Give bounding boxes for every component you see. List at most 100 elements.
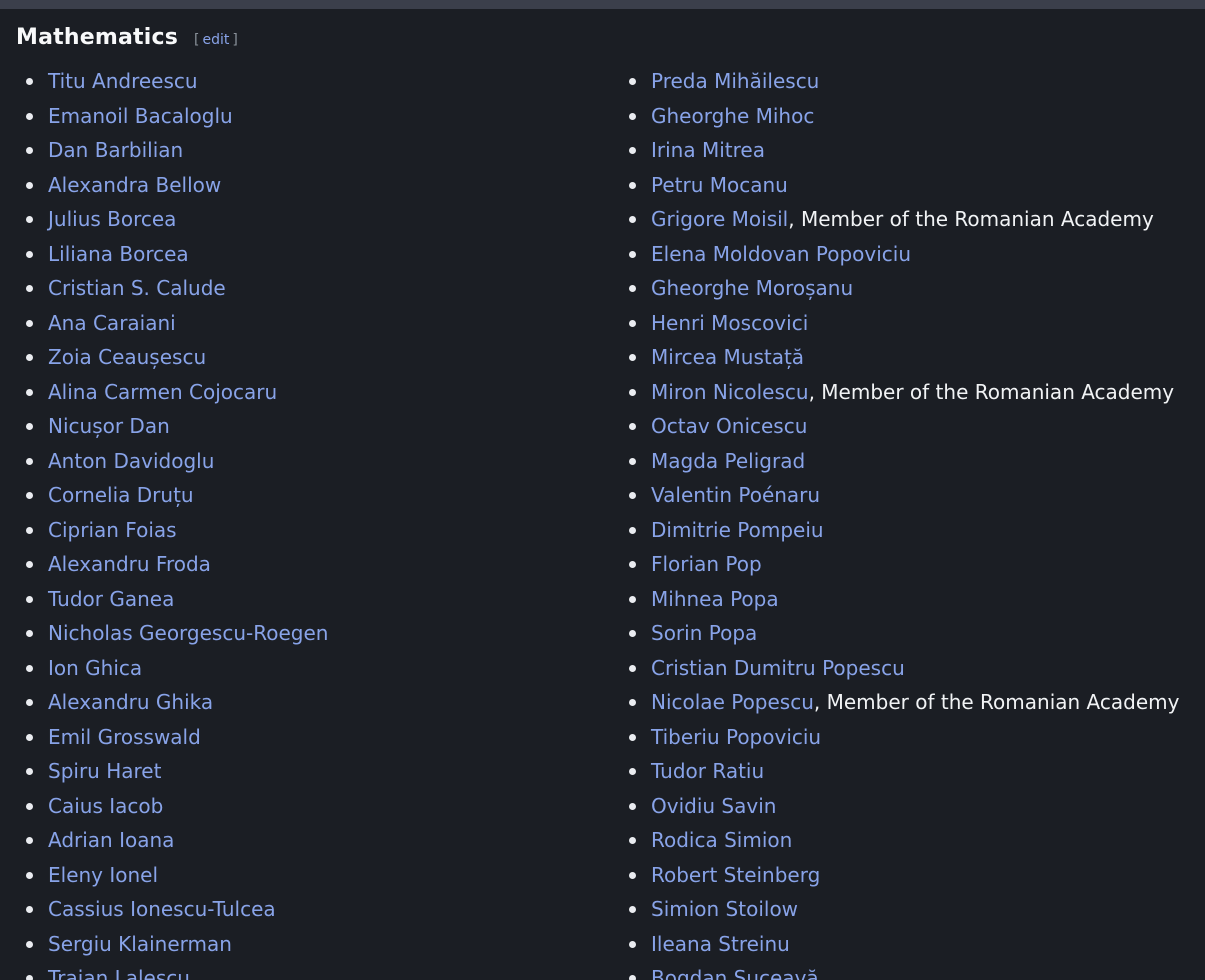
list-item: Nicușor Dan bbox=[20, 409, 610, 444]
bullet-icon bbox=[26, 147, 33, 154]
person-link[interactable]: Ileana Streinu bbox=[651, 932, 790, 956]
bullet-icon bbox=[26, 181, 33, 189]
person-link[interactable]: Alexandru Ghika bbox=[48, 690, 213, 714]
list-item: Gheorghe Moroșanu bbox=[623, 271, 1203, 306]
person-link[interactable]: Ana Caraiani bbox=[48, 311, 176, 335]
person-link[interactable]: Irina Mitrea bbox=[651, 138, 765, 162]
person-link[interactable]: Ovidiu Savin bbox=[651, 794, 776, 818]
list-item: Cristian S. Calude bbox=[20, 271, 610, 306]
person-link[interactable]: Emil Grosswald bbox=[48, 725, 201, 749]
bullet-icon bbox=[26, 837, 33, 844]
list-item: Titu Andreescu bbox=[20, 64, 610, 99]
person-link[interactable]: Robert Steinberg bbox=[651, 863, 820, 887]
person-link[interactable]: Cristian S. Calude bbox=[48, 276, 226, 300]
person-link[interactable]: Alina Carmen Cojocaru bbox=[48, 380, 277, 404]
bullet-icon bbox=[26, 319, 33, 327]
bullet-icon bbox=[629, 526, 636, 534]
person-link[interactable]: Anton Davidoglu bbox=[48, 449, 214, 473]
person-link[interactable]: Grigore Moisil bbox=[651, 207, 788, 231]
person-link[interactable]: Florian Pop bbox=[651, 552, 762, 576]
list-item: Cristian Dumitru Popescu bbox=[623, 651, 1203, 686]
list-item: Spiru Haret bbox=[20, 754, 610, 789]
bullet-icon bbox=[26, 78, 33, 85]
bullet-icon bbox=[629, 768, 636, 775]
person-link[interactable]: Nicușor Dan bbox=[48, 414, 170, 438]
person-link[interactable]: Petru Mocanu bbox=[651, 173, 788, 197]
person-link[interactable]: Caius Iacob bbox=[48, 794, 163, 818]
person-link[interactable]: Titu Andreescu bbox=[48, 69, 198, 93]
person-note: , Member of the Romanian Academy bbox=[788, 207, 1154, 231]
list-item: Simion Stoilow bbox=[623, 892, 1203, 927]
person-link[interactable]: Elena Moldovan Popoviciu bbox=[651, 242, 911, 266]
person-link[interactable]: Adrian Ioana bbox=[48, 828, 174, 852]
bullet-icon bbox=[629, 871, 636, 879]
person-link[interactable]: Henri Moscovici bbox=[651, 311, 808, 335]
person-link[interactable]: Mihnea Popa bbox=[651, 587, 779, 611]
list-item: Dimitrie Pompeiu bbox=[623, 513, 1203, 548]
person-link[interactable]: Tudor Ganea bbox=[48, 587, 174, 611]
list-item: Liliana Borcea bbox=[20, 237, 610, 272]
bullet-icon bbox=[26, 354, 33, 361]
person-note: , Member of the Romanian Academy bbox=[808, 379, 1175, 404]
person-link[interactable]: Traian Lalescu bbox=[48, 966, 190, 980]
person-link[interactable]: Nicolae Popescu bbox=[651, 690, 814, 714]
person-link[interactable]: Rodica Simion bbox=[651, 828, 792, 852]
bullet-icon bbox=[629, 457, 636, 465]
list-item: Cassius Ionescu-Tulcea bbox=[20, 892, 610, 927]
person-link[interactable]: Cassius Ionescu-Tulcea bbox=[48, 897, 276, 921]
edit-link[interactable]: edit bbox=[199, 32, 232, 48]
list-item: Tudor Ganea bbox=[20, 582, 610, 617]
person-link[interactable]: Mircea Mustață bbox=[651, 345, 804, 369]
list-item: Grigore Moisil, Member of the Romanian A… bbox=[623, 202, 1203, 237]
person-link[interactable]: Octav Onicescu bbox=[651, 414, 807, 438]
person-link[interactable]: Miron Nicolescu bbox=[651, 380, 809, 404]
list-item: Florian Pop bbox=[623, 547, 1203, 582]
person-link[interactable]: Bogdan Suceavă bbox=[651, 966, 819, 980]
person-link[interactable]: Gheorghe Moroșanu bbox=[651, 276, 853, 300]
person-link[interactable]: Cristian Dumitru Popescu bbox=[651, 656, 905, 680]
bullet-icon bbox=[26, 388, 33, 396]
person-link[interactable]: Nicholas Georgescu-Roegen bbox=[48, 621, 328, 645]
bullet-icon bbox=[629, 630, 636, 637]
person-link[interactable]: Eleny Ionel bbox=[48, 863, 158, 887]
list-item: Bogdan Suceavă bbox=[623, 961, 1203, 980]
top-bar bbox=[0, 0, 1205, 9]
person-link[interactable]: Liliana Borcea bbox=[48, 242, 189, 266]
bullet-icon bbox=[629, 561, 636, 568]
person-link[interactable]: Simion Stoilow bbox=[651, 897, 798, 921]
person-link[interactable]: Dimitrie Pompeiu bbox=[651, 518, 824, 542]
person-link[interactable]: Sergiu Klainerman bbox=[48, 932, 232, 956]
list-item: Robert Steinberg bbox=[623, 858, 1203, 893]
list-item: Miron Nicolescu, Member of the Romanian … bbox=[623, 375, 1203, 410]
person-link[interactable]: Preda Mihăilescu bbox=[651, 69, 819, 93]
person-link[interactable]: Gheorghe Mihoc bbox=[651, 104, 814, 128]
person-link[interactable]: Ciprian Foias bbox=[48, 518, 177, 542]
list-item: Ion Ghica bbox=[20, 651, 610, 686]
list-item: Henri Moscovici bbox=[623, 306, 1203, 341]
person-link[interactable]: Cornelia Druțu bbox=[48, 483, 194, 507]
person-link[interactable]: Spiru Haret bbox=[48, 759, 161, 783]
person-link[interactable]: Alexandru Froda bbox=[48, 552, 211, 576]
bullet-icon bbox=[629, 216, 636, 223]
bullet-icon bbox=[629, 940, 636, 948]
bullet-icon bbox=[26, 492, 33, 499]
person-link[interactable]: Dan Barbilian bbox=[48, 138, 183, 162]
person-link[interactable]: Alexandra Bellow bbox=[48, 173, 221, 197]
person-link[interactable]: Emanoil Bacaloglu bbox=[48, 104, 233, 128]
person-link[interactable]: Julius Borcea bbox=[48, 207, 176, 231]
person-link[interactable]: Ion Ghica bbox=[48, 656, 142, 680]
list-item: Nicolae Popescu, Member of the Romanian … bbox=[623, 685, 1203, 720]
list-item: Gheorghe Mihoc bbox=[623, 99, 1203, 134]
bullet-icon bbox=[629, 388, 636, 396]
bullet-icon bbox=[629, 664, 636, 672]
bullet-icon bbox=[629, 354, 636, 361]
bullet-icon bbox=[629, 733, 636, 741]
person-link[interactable]: Tudor Ratiu bbox=[651, 759, 764, 783]
person-link[interactable]: Zoia Ceaușescu bbox=[48, 345, 206, 369]
person-link[interactable]: Sorin Popa bbox=[651, 621, 757, 645]
list-item: Alexandru Froda bbox=[20, 547, 610, 582]
person-link[interactable]: Magda Peligrad bbox=[651, 449, 805, 473]
person-link[interactable]: Valentin Poénaru bbox=[651, 483, 820, 507]
bullet-icon bbox=[26, 526, 33, 534]
person-link[interactable]: Tiberiu Popoviciu bbox=[651, 725, 821, 749]
